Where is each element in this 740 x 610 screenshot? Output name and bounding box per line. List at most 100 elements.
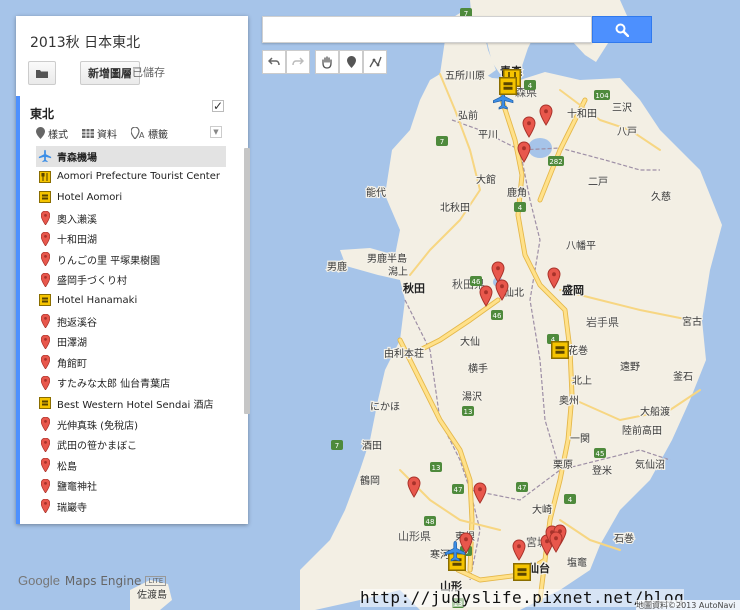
place-item[interactable]: Aomori Prefecture Tourist Center [36, 167, 226, 188]
route-number: 4 [528, 82, 533, 90]
place-item[interactable]: Hotel Aomori [36, 187, 226, 208]
add-marker-button[interactable] [339, 50, 363, 74]
layer-options-dropdown[interactable]: ▼ [210, 126, 222, 138]
map-hotel-marker[interactable] [513, 563, 531, 581]
place-item[interactable]: 青森機場 [36, 146, 226, 167]
map-label: 奥州 [559, 394, 579, 407]
hotel-icon [38, 396, 52, 410]
new-layer-button[interactable]: 新增圖層 [80, 61, 140, 85]
redo-button[interactable] [286, 50, 310, 74]
map-label: 北上 [572, 375, 592, 387]
map-label: 花巻 [568, 344, 588, 357]
layer-visibility-checkbox[interactable]: ✓ [212, 100, 224, 112]
map-label: 宮古 [682, 315, 702, 328]
map-label: 横手 [468, 362, 488, 375]
red-pin-icon [38, 478, 52, 493]
route-number: 45 [596, 450, 605, 458]
route-shield: 45 [594, 448, 606, 458]
map-attribution[interactable]: 地圖資料©2013 AutoNavi [636, 600, 740, 610]
pan-button[interactable] [315, 50, 339, 74]
layer-label-button[interactable]: A 標籤 [131, 126, 168, 141]
place-item[interactable]: 鹽竈神社 [36, 476, 226, 497]
route-number: 47 [518, 484, 527, 492]
route-number: 48 [426, 518, 435, 526]
project-panel: 2013秋 日本東北 新增圖層 已儲存 東北 ✓ 樣式 資料 A 標籤 ▼ 青森… [16, 16, 250, 524]
route-number: 282 [549, 158, 562, 166]
undo-icon [268, 57, 280, 66]
place-label: 光伸真珠 (免稅店) [57, 420, 138, 432]
route-number: 13 [464, 408, 473, 416]
layer-card: 東北 ✓ 樣式 資料 A 標籤 ▼ 青森機場 Aomori Prefecture … [16, 96, 250, 524]
hotel-icon [38, 293, 52, 307]
map-label: 大館 [476, 173, 496, 186]
route-number: 4 [568, 496, 573, 504]
place-item[interactable]: Best Western Hotel Sendai 酒店 [36, 393, 226, 414]
map-label: 秋田 [403, 281, 425, 295]
layer-title[interactable]: 東北 [30, 105, 54, 122]
route-number: 46 [472, 278, 481, 286]
place-label: 十和田湖 [57, 235, 97, 247]
place-item[interactable]: 抱返溪谷 [36, 311, 226, 332]
airport-icon [38, 149, 52, 163]
route-shield: 46 [470, 276, 482, 286]
maps-engine-logo: Google Maps Engine LITE [18, 573, 167, 588]
layer-style-button[interactable]: 樣式 [36, 126, 68, 141]
place-item[interactable]: すたみな太郎 仙台青葉店 [36, 373, 226, 394]
place-item[interactable]: 十和田湖 [36, 228, 226, 249]
route-shield: 48 [424, 516, 436, 526]
route-number: 46 [493, 312, 502, 320]
place-label: 田澤湖 [57, 338, 87, 350]
place-label: Best Western Hotel Sendai 酒店 [57, 399, 214, 411]
place-item[interactable]: Hotel Hanamaki [36, 290, 226, 311]
map-hotel-marker[interactable] [551, 341, 569, 359]
map-label: 十和田 [567, 107, 597, 120]
place-item[interactable]: 武田の笹かまぼこ [36, 434, 226, 455]
map-label: 酒田 [362, 440, 382, 452]
search-input[interactable] [262, 16, 592, 43]
place-item[interactable]: 瑞巖寺 [36, 496, 226, 517]
red-pin-icon [38, 334, 52, 349]
layer-data-button[interactable]: 資料 [82, 126, 117, 141]
layer-label-label: 標籤 [148, 129, 168, 141]
red-pin-icon [38, 458, 52, 473]
route-number: 13 [432, 464, 441, 472]
red-pin-icon [38, 252, 52, 267]
place-label: Aomori Prefecture Tourist Center [57, 171, 220, 183]
map-hotel-marker[interactable] [448, 553, 466, 571]
map-label: 塩竈 [567, 556, 587, 569]
map-label: 石巻 [614, 533, 634, 545]
place-label: りんごの里 平塚果樹園 [57, 255, 161, 267]
place-list-scrollbar[interactable] [244, 148, 250, 414]
place-item[interactable]: りんごの里 平塚果樹園 [36, 249, 226, 270]
open-map-button[interactable] [28, 61, 56, 85]
draw-line-button[interactable] [363, 50, 387, 74]
red-pin-icon [38, 211, 52, 226]
undo-button[interactable] [262, 50, 286, 74]
map-label: 釜石 [673, 370, 693, 383]
search-icon [615, 23, 629, 37]
place-item[interactable]: 松島 [36, 455, 226, 476]
place-label: 武田の笹かまぼこ [57, 441, 137, 453]
place-item[interactable]: 角館町 [36, 352, 226, 373]
project-title[interactable]: 2013秋 日本東北 [30, 32, 140, 52]
route-number: 4 [518, 204, 523, 212]
route-number: 7 [440, 138, 444, 146]
map-label: 岩手県 [586, 315, 619, 329]
route-shield: 13 [462, 406, 474, 416]
red-pin-icon [38, 375, 52, 390]
place-item[interactable]: 奧入瀨溪 [36, 208, 226, 229]
search-button[interactable] [592, 16, 652, 43]
style-marker-icon [36, 127, 45, 139]
route-shield: 4 [514, 202, 526, 212]
table-icon [82, 128, 94, 138]
place-item[interactable]: 盛岡手づくり村 [36, 270, 226, 291]
map-hotel-marker[interactable] [499, 77, 517, 95]
route-shield: 7 [436, 136, 448, 146]
place-label: 奧入瀨溪 [57, 214, 97, 226]
google-wordmark: Google [18, 573, 60, 588]
place-item[interactable]: 光伸真珠 (免稅店) [36, 414, 226, 435]
place-item[interactable]: 田澤湖 [36, 331, 226, 352]
route-number: 7 [335, 442, 339, 450]
place-label: 瑞巖寺 [57, 502, 87, 514]
red-pin-icon [38, 437, 52, 452]
